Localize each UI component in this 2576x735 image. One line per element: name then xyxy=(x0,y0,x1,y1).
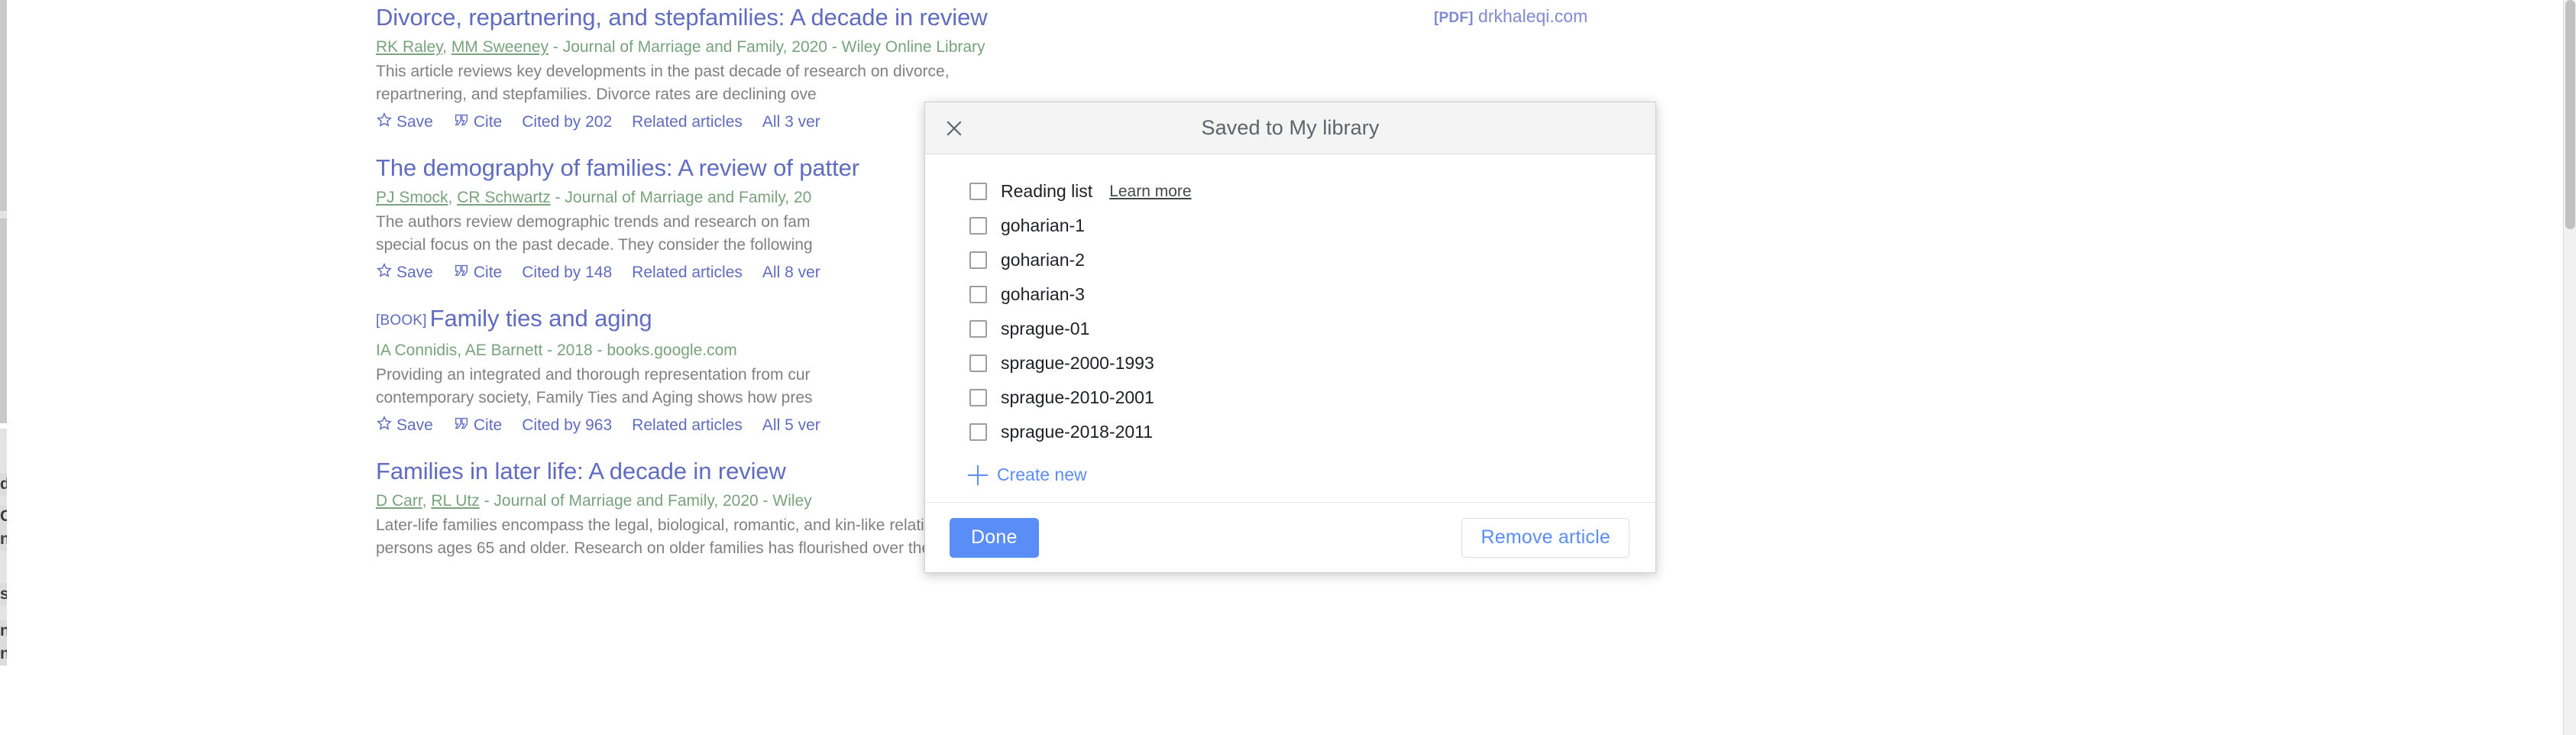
cite-label: Cite xyxy=(473,416,503,434)
done-button[interactable]: Done xyxy=(950,517,1039,558)
save-label: Save xyxy=(396,264,433,281)
save-button[interactable]: Save xyxy=(376,413,433,440)
save-label: Save xyxy=(396,113,433,131)
result-meta-rest: - Journal of Marriage and Family, 2020 -… xyxy=(479,492,812,510)
library-list-item[interactable]: goharian-3 xyxy=(925,277,1655,312)
dialog-footer: Done Remove article xyxy=(925,502,1655,572)
quote-icon xyxy=(453,111,470,137)
remove-article-button[interactable]: Remove article xyxy=(1461,517,1629,558)
sliver-glyph-5: n xyxy=(0,620,7,643)
author-link[interactable]: RL Utz xyxy=(431,492,479,510)
checkbox[interactable] xyxy=(969,183,987,200)
result-meta-rest: - Journal of Marriage and Family, 2020 -… xyxy=(549,38,985,56)
library-list-item[interactable]: goharian-2 xyxy=(925,243,1655,277)
related-articles-link[interactable]: Related articles xyxy=(632,260,743,286)
library-list-label: goharian-3 xyxy=(1001,284,1085,304)
library-list-label: goharian-2 xyxy=(1001,250,1085,270)
sliver-glyph-6: n xyxy=(0,643,7,665)
cite-button[interactable]: Cite xyxy=(453,109,502,137)
library-list-item[interactable]: sprague-2010-2001 xyxy=(925,380,1655,415)
all-versions-link[interactable]: All 5 ver xyxy=(762,413,820,439)
sliver-glyph-3: n xyxy=(0,528,7,551)
related-articles-link[interactable]: Related articles xyxy=(632,109,743,135)
pdf-tag: [PDF] xyxy=(1434,10,1474,26)
result-title-text[interactable]: Family ties and aging xyxy=(430,305,652,332)
cite-label: Cite xyxy=(473,264,503,281)
learn-more-link[interactable]: Learn more xyxy=(1109,183,1191,201)
library-list-label: sprague-01 xyxy=(1001,319,1090,338)
checkbox[interactable] xyxy=(969,355,987,372)
checkbox[interactable] xyxy=(969,286,987,303)
saved-to-library-dialog: Saved to My library Reading list Learn m… xyxy=(924,102,1656,573)
star-icon xyxy=(376,261,393,287)
vertical-scrollbar[interactable] xyxy=(2563,0,2576,735)
all-versions-link[interactable]: All 8 ver xyxy=(762,260,820,286)
author-link[interactable]: RK Raley xyxy=(376,38,442,56)
left-edge-sliver: d C n s n n xyxy=(0,0,7,735)
checkbox[interactable] xyxy=(969,389,987,406)
all-versions-link[interactable]: All 3 ver xyxy=(762,109,820,135)
plus-icon xyxy=(968,465,988,485)
library-list-label: sprague-2010-2001 xyxy=(1001,387,1154,407)
save-button[interactable]: Save xyxy=(376,109,433,137)
library-list-label: Reading list xyxy=(1001,181,1093,201)
create-new-label: Create new xyxy=(997,465,1087,484)
author-link[interactable]: PJ Smock xyxy=(376,189,448,206)
save-button[interactable]: Save xyxy=(376,260,433,287)
sliver-glyph-4: s xyxy=(0,583,7,606)
close-icon[interactable] xyxy=(937,112,971,145)
checkbox[interactable] xyxy=(969,320,987,338)
pdf-domain: drkhaleqi.com xyxy=(1478,6,1588,26)
author-link[interactable]: D Carr xyxy=(376,492,422,510)
cited-by-link[interactable]: Cited by 148 xyxy=(522,260,612,286)
dialog-header: Saved to My library xyxy=(925,102,1655,154)
library-list-label: sprague-2000-1993 xyxy=(1001,353,1154,373)
library-list-item[interactable]: sprague-2018-2011 xyxy=(925,415,1655,449)
star-icon xyxy=(376,414,393,440)
result-meta: RK Raley, MM Sweeney - Journal of Marria… xyxy=(376,38,985,56)
cited-by-link[interactable]: Cited by 202 xyxy=(522,109,612,135)
cited-by-link[interactable]: Cited by 963 xyxy=(522,413,612,439)
quote-icon xyxy=(453,414,470,440)
author-link[interactable]: MM Sweeney xyxy=(451,38,549,56)
checkbox[interactable] xyxy=(969,217,987,235)
result-meta-rest: - Journal of Marriage and Family, 20 xyxy=(550,189,812,206)
checkbox[interactable] xyxy=(969,423,987,441)
library-list-item[interactable]: Reading list Learn more xyxy=(925,174,1655,209)
checkbox[interactable] xyxy=(969,251,987,269)
author-link[interactable]: CR Schwartz xyxy=(457,189,551,206)
dialog-title: Saved to My library xyxy=(1201,116,1380,139)
save-label: Save xyxy=(396,416,433,434)
sliver-glyph-1: d xyxy=(0,473,7,496)
related-articles-link[interactable]: Related articles xyxy=(632,413,743,439)
scrollbar-thumb[interactable] xyxy=(2565,0,2575,229)
star-icon xyxy=(376,111,393,137)
pdf-source-link[interactable]: [PDF] drkhaleqi.com xyxy=(1434,4,1587,31)
quote-icon xyxy=(453,261,470,287)
library-list-item[interactable]: goharian-1 xyxy=(925,209,1655,243)
sliver-glyph-2: C xyxy=(0,505,7,528)
cite-button[interactable]: Cite xyxy=(453,260,502,287)
book-tag: [BOOK] xyxy=(376,312,427,329)
library-list-label: goharian-1 xyxy=(1001,215,1085,235)
library-list-label: sprague-2018-2011 xyxy=(1001,422,1154,442)
result-snippet-line: This article reviews key developments in… xyxy=(376,63,950,80)
create-new-button[interactable]: Create new xyxy=(925,449,1655,502)
scholar-results-page: d C n s n n Divorce, repartnering, and s… xyxy=(0,0,2576,735)
cite-button[interactable]: Cite xyxy=(453,413,502,440)
library-list-item[interactable]: sprague-01 xyxy=(925,312,1655,346)
dialog-body: Reading list Learn more goharian-1 gohar… xyxy=(925,154,1655,502)
cite-label: Cite xyxy=(473,113,503,131)
library-list-item[interactable]: sprague-2000-1993 xyxy=(925,346,1655,380)
